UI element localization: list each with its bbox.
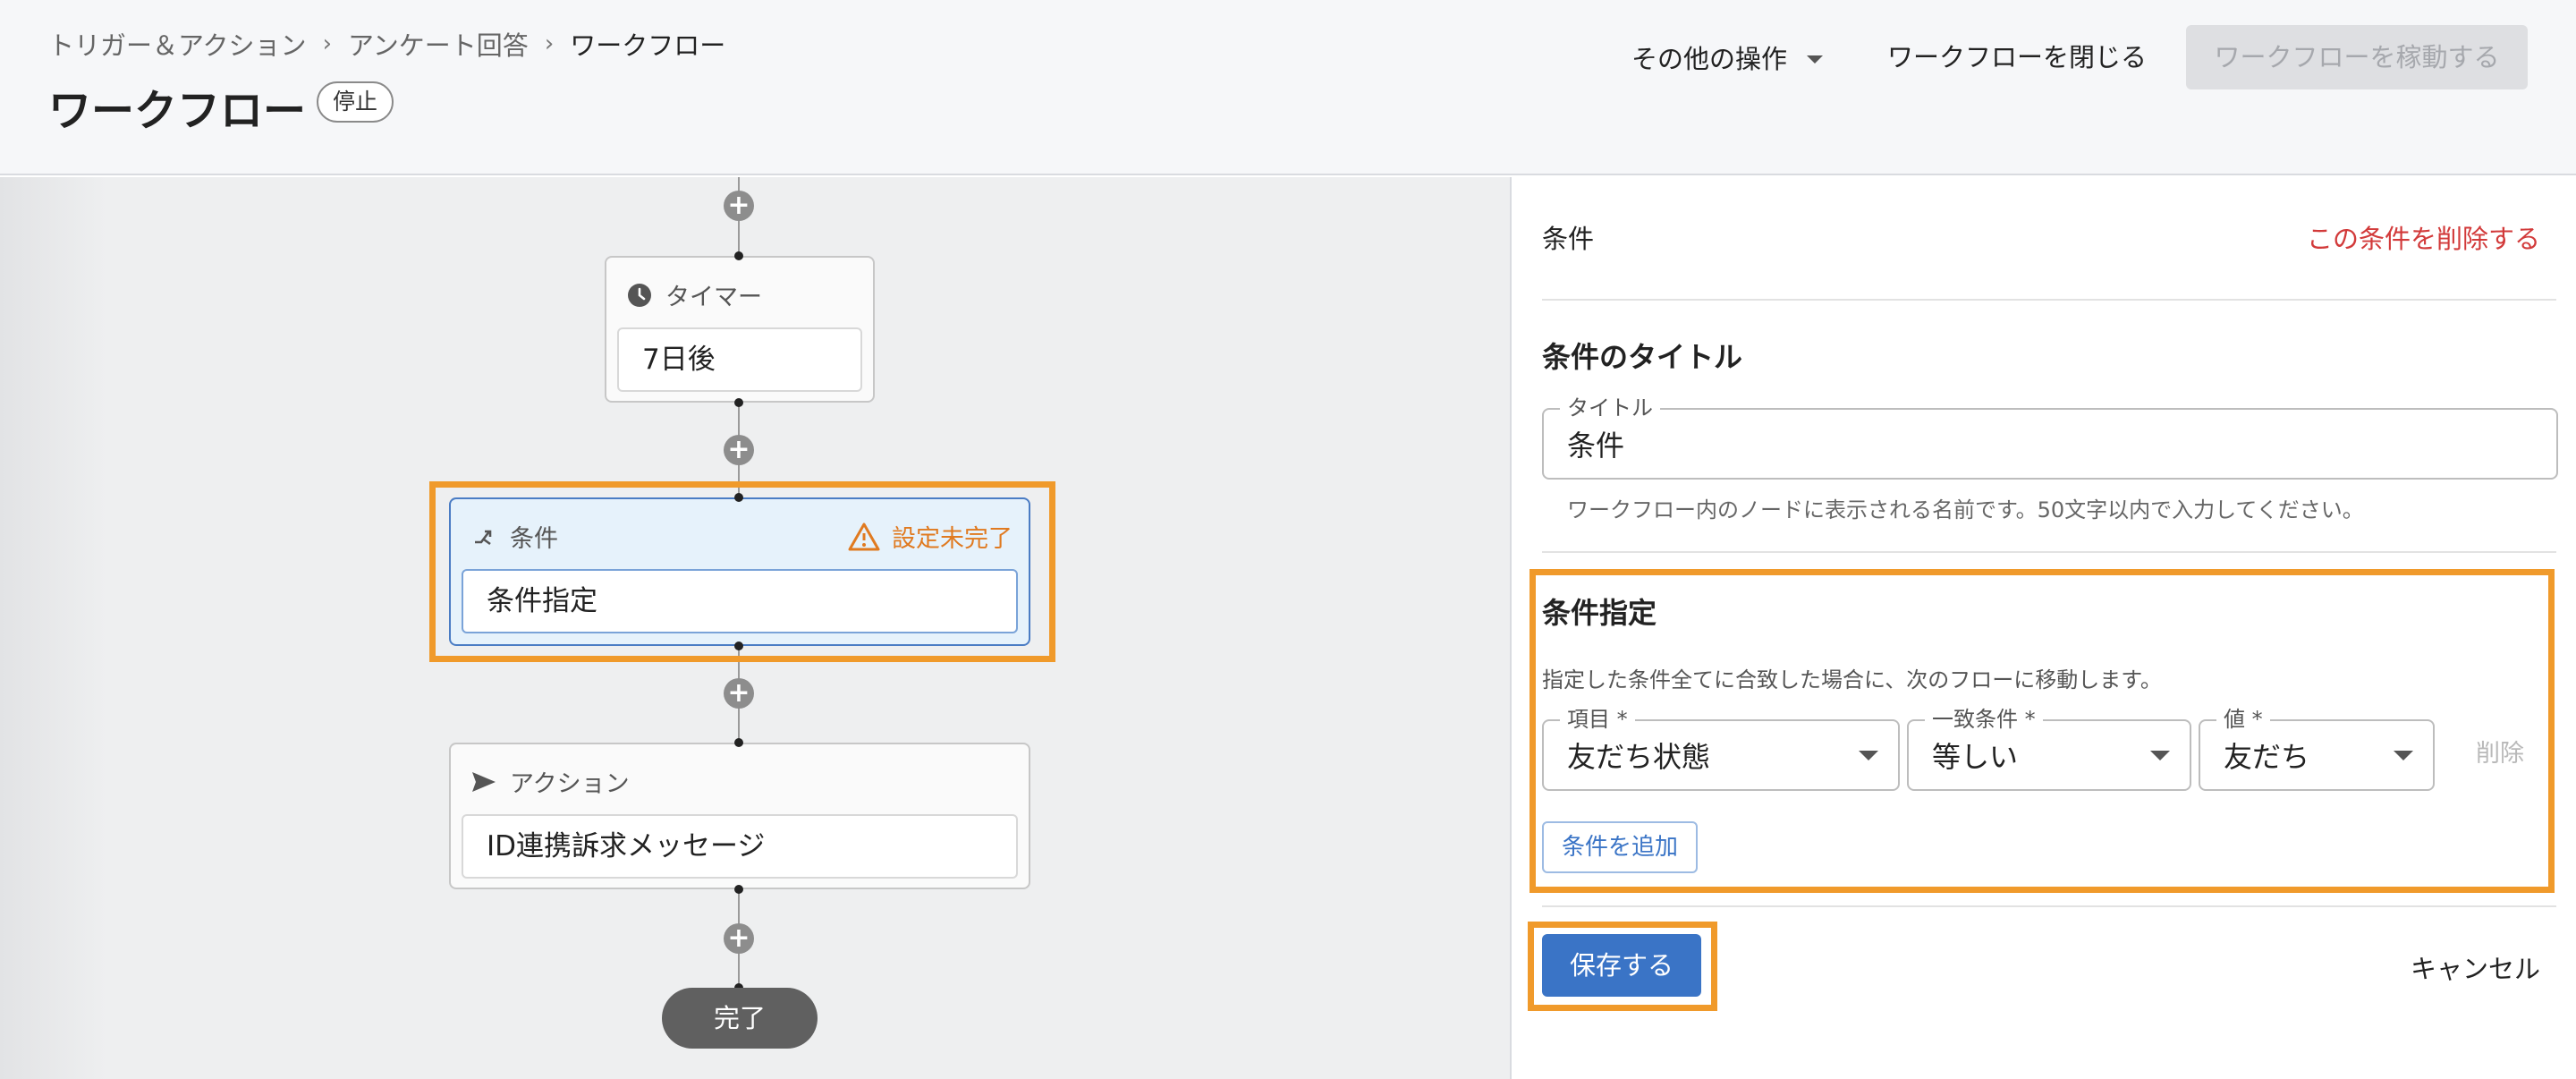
condition-title-value: 条件 <box>1567 429 1625 463</box>
save-button[interactable]: 保存する <box>1542 934 1701 997</box>
end-node[interactable]: 完了 <box>662 988 818 1049</box>
chevron-down-icon <box>1807 55 1824 64</box>
condition-node[interactable]: 条件 設定未完了 条件指定 <box>449 497 1030 646</box>
chevron-down-icon <box>2394 751 2413 760</box>
add-node-button[interactable]: + <box>724 191 754 221</box>
timer-node-type: タイマー <box>665 284 762 311</box>
timer-node-header: タイマー <box>626 277 762 312</box>
cancel-button[interactable]: キャンセル <box>2411 948 2540 986</box>
action-node-value: ID連携訴求メッセージ <box>462 814 1018 879</box>
condition-title-helper: ワークフロー内のノードに表示される名前です。50文字以内で入力してください。 <box>1567 497 2364 523</box>
timer-node[interactable]: タイマー 7日後 <box>605 256 875 403</box>
add-node-button[interactable]: + <box>724 923 754 954</box>
add-node-button[interactable]: + <box>724 435 754 465</box>
spec-section-description: 指定した条件全てに合致した場合に、次のフローに移動します。 <box>1542 667 2162 692</box>
send-icon <box>470 769 497 795</box>
breadcrumb-item-survey-answer[interactable]: アンケート回答 <box>348 25 529 63</box>
header: トリガー＆アクション › アンケート回答 › ワークフロー ワークフロー 停止 … <box>0 0 2576 175</box>
connector-dot <box>734 398 743 407</box>
item-select-value: 友だち状態 <box>1567 740 1711 774</box>
warning-icon <box>847 522 881 552</box>
condition-node-type: 条件 <box>510 525 558 553</box>
action-node-header: アクション <box>470 764 630 799</box>
breadcrumb: トリガー＆アクション › アンケート回答 › ワークフロー <box>48 25 725 63</box>
breadcrumb-item-trigger-action[interactable]: トリガー＆アクション <box>48 25 307 63</box>
breadcrumb-item-workflow: ワークフロー <box>570 30 726 61</box>
condition-settings-panel: 条件 この条件を削除する 条件のタイトル タイトル 条件 ワークフロー内のノード… <box>1510 177 2576 1079</box>
value-select-value: 友だち <box>2224 740 2310 774</box>
close-workflow-button[interactable]: ワークフローを閉じる <box>1887 39 2147 75</box>
add-node-button[interactable]: + <box>724 678 754 709</box>
other-actions-label: その他の操作 <box>1631 44 1788 74</box>
timer-node-value: 7日後 <box>617 327 862 392</box>
page-title: ワークフロー <box>48 86 307 136</box>
workflow-canvas[interactable]: + + + + タイマー 7日後 条件 設定未完了 条件指定 アクション ID連… <box>0 177 1510 1079</box>
delete-row-button[interactable]: 削除 <box>2476 734 2524 769</box>
connector-dot <box>734 493 743 502</box>
connector-dot <box>734 738 743 747</box>
run-workflow-button[interactable]: ワークフローを稼動する <box>2186 25 2528 89</box>
chevron-down-icon <box>1859 751 1878 760</box>
delete-condition-link[interactable]: この条件を削除する <box>2307 218 2540 256</box>
match-condition-value: 等しい <box>1932 740 2019 774</box>
clock-icon <box>626 282 653 309</box>
add-condition-button[interactable]: 条件を追加 <box>1542 821 1698 873</box>
condition-title-input[interactable]: タイトル 条件 <box>1542 395 2558 480</box>
status-badge: 停止 <box>317 81 394 123</box>
divider <box>1542 905 2556 907</box>
chevron-down-icon <box>2150 751 2170 760</box>
title-section-heading: 条件のタイトル <box>1542 340 1743 374</box>
value-select[interactable]: 値 * 友だち <box>2199 706 2435 791</box>
condition-node-value: 条件指定 <box>462 569 1018 633</box>
divider <box>1542 551 2556 553</box>
action-node-type: アクション <box>510 770 630 798</box>
connector-dot <box>734 251 743 260</box>
condition-node-header: 条件 <box>470 519 558 554</box>
breadcrumb-separator: › <box>544 30 555 57</box>
item-select[interactable]: 項目 * 友だち状態 <box>1542 706 1900 791</box>
panel-node-label: 条件 <box>1542 224 1595 254</box>
divider <box>1542 299 2556 301</box>
branch-icon <box>470 523 497 550</box>
match-condition-select[interactable]: 一致条件 * 等しい <box>1907 706 2191 791</box>
condition-node-warning-text: 設定未完了 <box>892 525 1013 553</box>
condition-node-warning: 設定未完了 <box>847 519 1013 554</box>
connector-dot <box>734 885 743 894</box>
action-node[interactable]: アクション ID連携訴求メッセージ <box>449 743 1030 889</box>
other-actions-dropdown[interactable]: その他の操作 <box>1631 39 1824 75</box>
breadcrumb-separator: › <box>322 30 332 57</box>
connector-dot <box>734 641 743 650</box>
spec-section-heading: 条件指定 <box>1542 596 1657 630</box>
